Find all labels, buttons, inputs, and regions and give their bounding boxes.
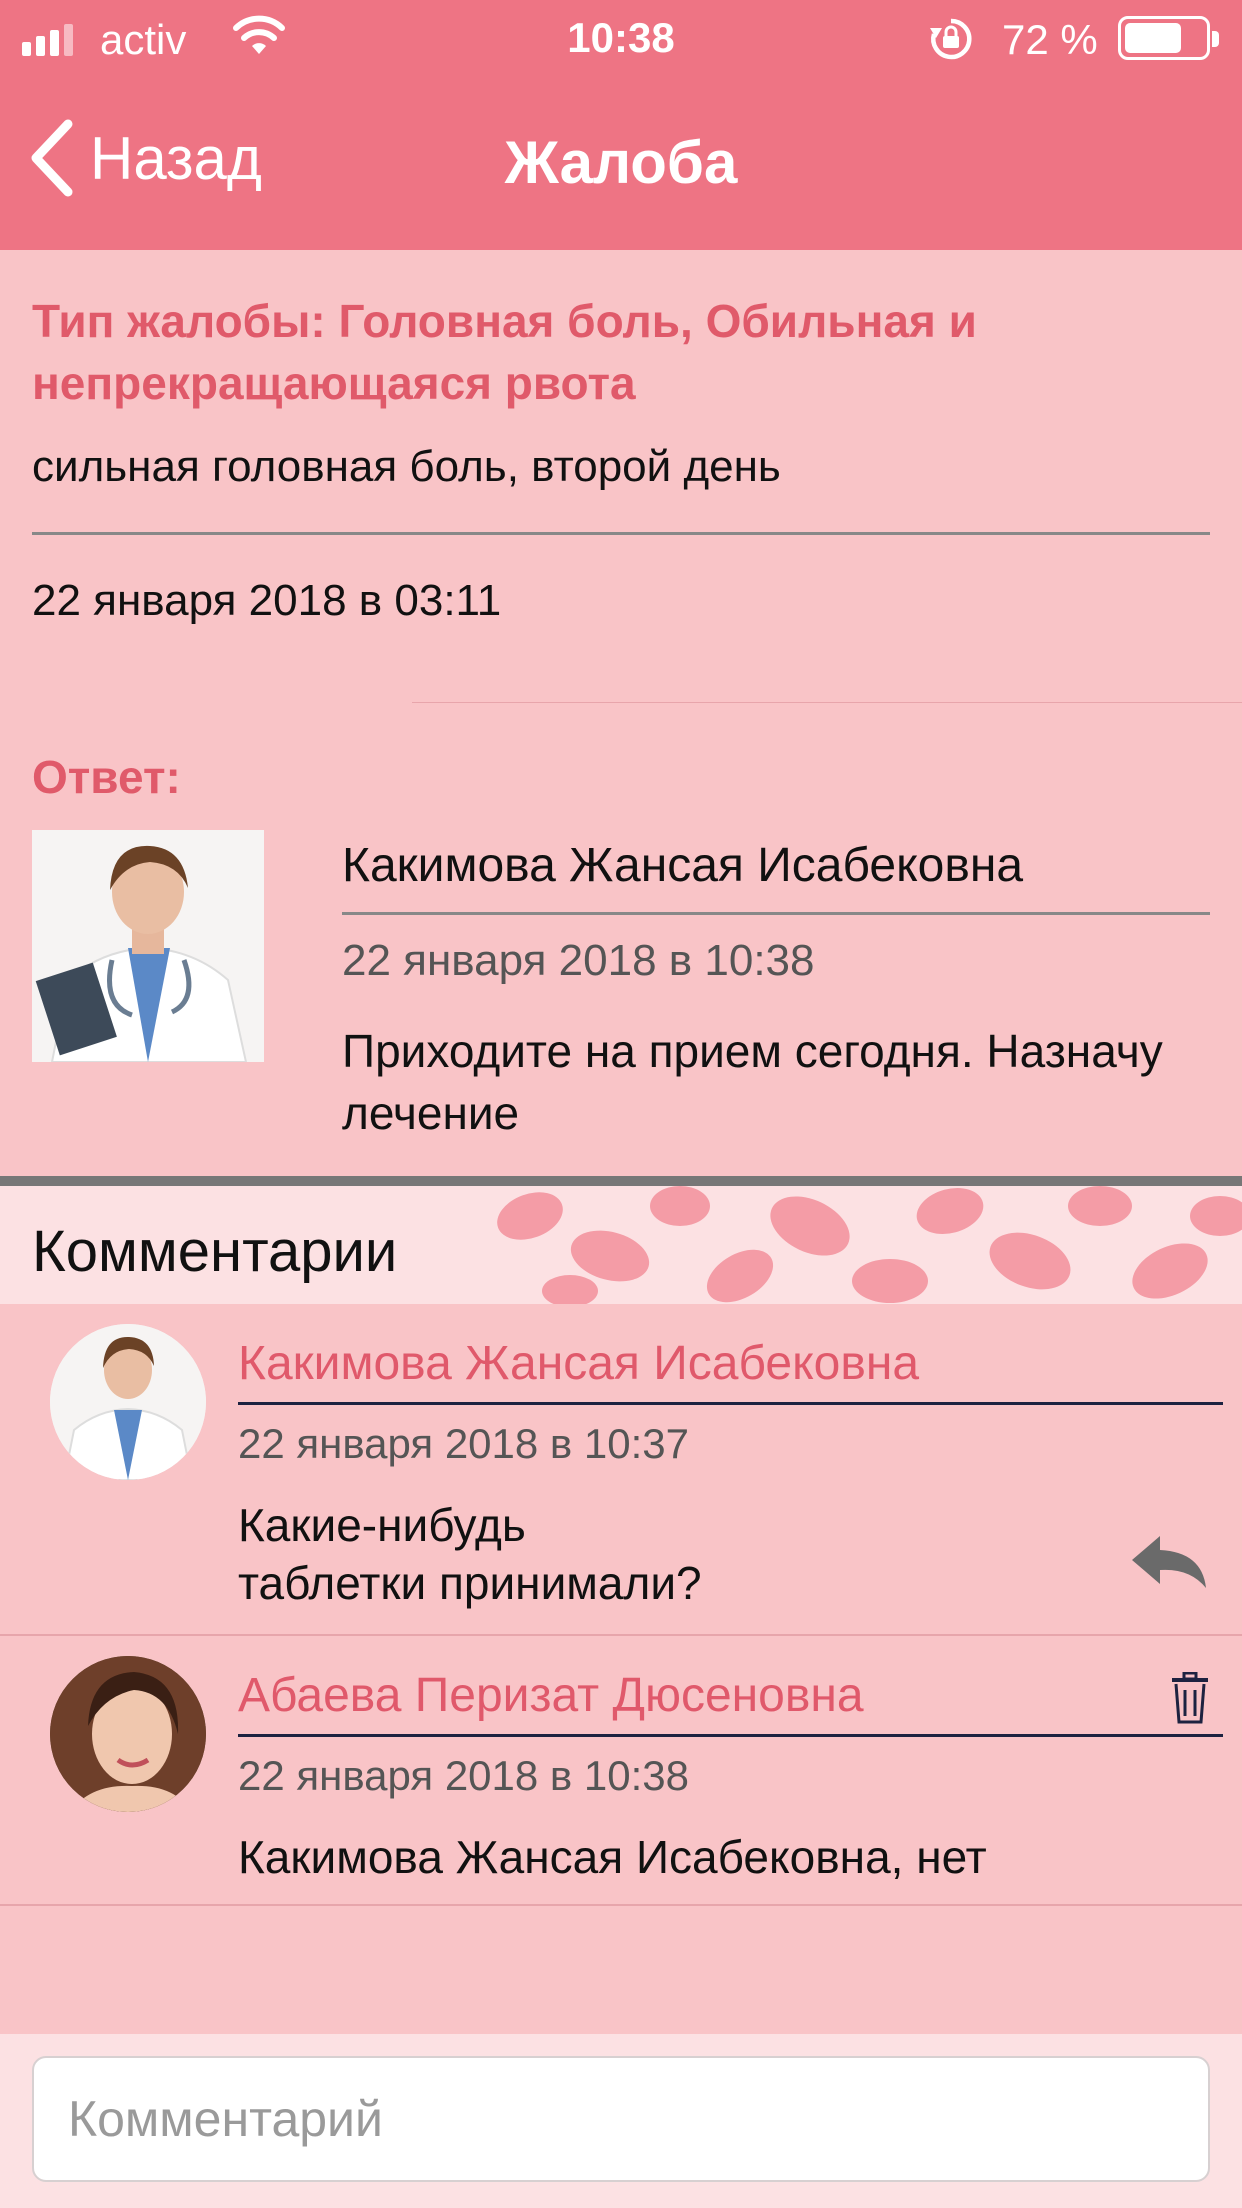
- divider: [412, 702, 1242, 703]
- divider: [342, 912, 1210, 915]
- complaint-type: Тип жалобы: Головная боль, Обильная и не…: [32, 295, 977, 409]
- battery-percent: 72 %: [1002, 16, 1098, 63]
- complaint-description: сильная головная боль, второй день: [32, 442, 781, 491]
- rotation-lock-icon: [928, 16, 974, 72]
- answer-text: Приходите на прием сегодня. Назначу лече…: [342, 1025, 1163, 1139]
- divider: [238, 1734, 1223, 1737]
- divider: [0, 1904, 1242, 1906]
- complaint-date: 22 января 2018 в 03:11: [32, 576, 502, 625]
- answer-author: Какимова Жансая Исабековна: [342, 839, 1024, 892]
- top-bar: activ 10:38 72 % Назад Жалоба: [0, 0, 1242, 250]
- answer-date: 22 января 2018 в 10:38: [342, 936, 815, 985]
- doctor-photo: [32, 830, 264, 1062]
- divider: [32, 532, 1210, 535]
- complaint-section: Тип жалобы: Головная боль, Обильная и не…: [0, 250, 1242, 1185]
- comments-list: Какимова Жансая Исабековна 22 января 201…: [0, 1304, 1242, 2034]
- comment-author[interactable]: Какимова Жансая Исабековна: [238, 1336, 919, 1391]
- status-bar: activ 10:38 72 %: [0, 0, 1242, 80]
- comment-item: Абаева Перизат Дюсеновна 22 января 2018 …: [0, 1636, 1242, 1904]
- comment-text: Какимова Жансая Исабековна, нет: [238, 1831, 987, 1883]
- comments-header: Комментарии: [0, 1186, 1242, 1304]
- page-title: Жалоба: [504, 129, 738, 196]
- divider: [238, 1402, 1223, 1405]
- battery-icon: [1118, 16, 1219, 60]
- comment-date: 22 января 2018 в 10:38: [238, 1752, 690, 1799]
- comment-date: 22 января 2018 в 10:37: [238, 1420, 690, 1467]
- rose-petals-decoration: [497, 1186, 1242, 1304]
- answer-label: Ответ:: [32, 751, 181, 803]
- navigation-bar: Назад Жалоба: [0, 100, 1242, 230]
- comments-title: Комментарии: [32, 1219, 398, 1284]
- comment-item: Какимова Жансая Исабековна 22 января 201…: [0, 1304, 1242, 1634]
- avatar[interactable]: [50, 1324, 206, 1480]
- comment-input-bar: [0, 2034, 1242, 2208]
- trash-icon[interactable]: [1170, 1671, 1210, 1729]
- reply-icon[interactable]: [1130, 1532, 1210, 1597]
- comment-input[interactable]: [32, 2056, 1210, 2182]
- comment-author[interactable]: Абаева Перизат Дюсеновна: [238, 1668, 864, 1723]
- section-divider: [0, 1176, 1242, 1186]
- comment-text: Какие-нибудь таблетки принимали?: [238, 1499, 702, 1609]
- avatar[interactable]: [50, 1656, 206, 1812]
